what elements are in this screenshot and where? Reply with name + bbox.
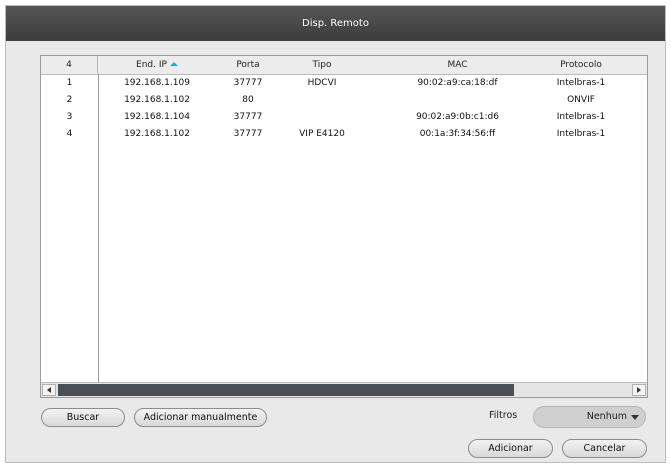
cell-index: 2 bbox=[66, 95, 73, 105]
column-header-count[interactable]: 4 bbox=[41, 56, 98, 74]
column-header-mac[interactable]: MAC bbox=[385, 56, 530, 74]
cell-ip: 192.168.1.109 bbox=[124, 78, 190, 88]
cell-mac: 90:02:a9:0b:c1:d6 bbox=[416, 112, 499, 122]
cell-ip: 192.168.1.102 bbox=[124, 129, 190, 139]
column-header-ip-label: End. IP bbox=[136, 60, 167, 70]
scroll-right-icon bbox=[637, 387, 641, 393]
table-row[interactable]: 3 192.168.1.104 37777 90:02:a9:0b:c1:d6 … bbox=[41, 109, 647, 126]
cell-tipo bbox=[287, 109, 357, 126]
scroll-right-button[interactable] bbox=[632, 384, 646, 396]
table-row[interactable]: 1 192.168.1.109 37777 HDCVI 90:02:a9:ca:… bbox=[41, 75, 647, 92]
cell-index: 4 bbox=[66, 129, 73, 139]
cell-protocolo: Intelbras-1 bbox=[556, 129, 606, 139]
table-body: 1 192.168.1.109 37777 HDCVI 90:02:a9:ca:… bbox=[41, 75, 647, 143]
cell-tipo: VIP E4120 bbox=[299, 129, 345, 139]
cell-porta: 80 bbox=[242, 95, 254, 105]
device-list: 4 End. IP Porta Tipo MAC Protocolo 1 192… bbox=[40, 55, 648, 398]
cell-porta: 37777 bbox=[233, 78, 263, 88]
cell-porta: 37777 bbox=[233, 112, 263, 122]
cancel-button[interactable]: Cancelar bbox=[562, 439, 647, 458]
table-row[interactable]: 2 192.168.1.102 80 ONVIF bbox=[41, 92, 647, 109]
scroll-left-button[interactable] bbox=[42, 384, 56, 396]
dialog-title-bar: Disp. Remoto bbox=[6, 6, 665, 41]
chevron-down-icon bbox=[631, 415, 639, 420]
cell-ip: 192.168.1.102 bbox=[124, 95, 190, 105]
horizontal-scrollbar[interactable] bbox=[41, 382, 647, 397]
column-header-porta[interactable]: Porta bbox=[223, 56, 273, 74]
cell-mac: 00:1a:3f:34:56:ff bbox=[419, 129, 496, 139]
table-row[interactable]: 4 192.168.1.102 37777 VIP E4120 00:1a:3f… bbox=[41, 126, 647, 143]
add-manually-button[interactable]: Adicionar manualmente bbox=[134, 408, 267, 427]
remote-device-dialog: Disp. Remoto 4 End. IP Porta Tipo MAC Pr… bbox=[5, 5, 666, 463]
cell-ip: 192.168.1.104 bbox=[124, 112, 190, 122]
cell-mac: 90:02:a9:ca:18:df bbox=[417, 78, 498, 88]
search-button[interactable]: Buscar bbox=[41, 408, 125, 427]
cell-porta: 37777 bbox=[233, 129, 263, 139]
cell-protocolo: ONVIF bbox=[567, 95, 595, 105]
cell-index: 1 bbox=[66, 78, 73, 88]
filter-selected-value: Nenhum bbox=[586, 411, 627, 422]
table-header: 4 End. IP Porta Tipo MAC Protocolo bbox=[41, 56, 647, 75]
cell-mac bbox=[385, 92, 530, 109]
scroll-left-icon bbox=[47, 387, 51, 393]
filter-select[interactable]: Nenhum bbox=[533, 406, 646, 428]
dialog-title: Disp. Remoto bbox=[302, 18, 369, 29]
cell-tipo: HDCVI bbox=[307, 78, 337, 88]
cell-index: 3 bbox=[66, 112, 73, 122]
column-header-ip[interactable]: End. IP bbox=[107, 56, 207, 74]
cell-tipo bbox=[287, 92, 357, 109]
column-header-protocolo[interactable]: Protocolo bbox=[541, 56, 621, 74]
scrollbar-thumb[interactable] bbox=[58, 384, 514, 396]
cell-protocolo: Intelbras-1 bbox=[556, 78, 606, 88]
column-header-tipo[interactable]: Tipo bbox=[287, 56, 357, 74]
add-button[interactable]: Adicionar bbox=[468, 439, 553, 458]
cell-protocolo: Intelbras-1 bbox=[556, 112, 606, 122]
filter-label: Filtros bbox=[489, 410, 518, 421]
sort-ascending-icon bbox=[169, 62, 178, 66]
